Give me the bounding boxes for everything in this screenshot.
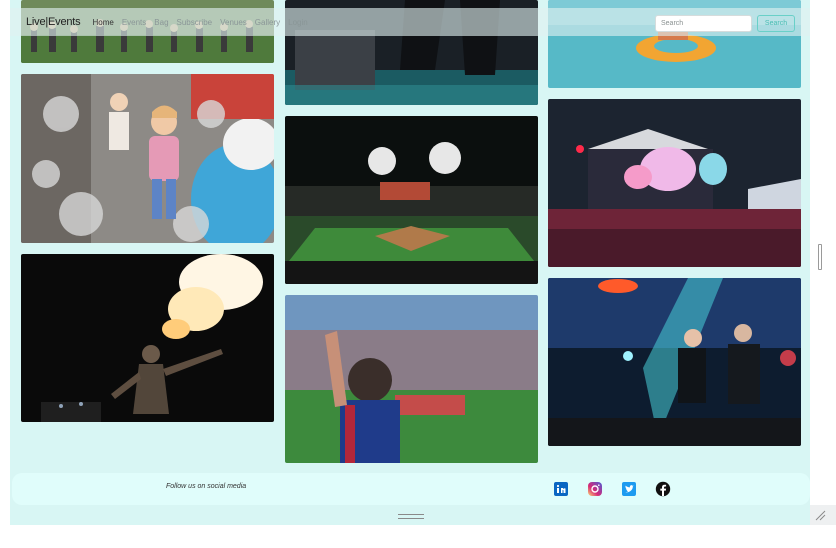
nav-home[interactable]: Home [92,18,113,27]
search-button[interactable]: Search [757,15,795,32]
site-footer: Follow us on social media [12,473,810,505]
nav-subscribe[interactable]: Subscribe [177,18,213,27]
rock-band-stage-photo[interactable] [548,278,801,446]
nav-venues[interactable]: Venues [220,18,247,27]
nav-events[interactable]: Events [122,18,146,27]
nav-login[interactable]: Login [288,18,308,27]
scrollbar-thumb[interactable] [818,244,822,270]
resize-grip-icon[interactable] [814,508,826,521]
facebook-icon[interactable] [655,481,671,497]
follow-text: Follow us on social media [166,483,247,490]
brand-logo[interactable]: Live|Events [26,16,81,28]
fire-breather-photo[interactable] [21,254,274,422]
baseball-stadium-night-photo[interactable] [285,116,538,284]
search-input[interactable]: Search [655,15,752,32]
instagram-icon[interactable] [587,481,603,497]
twitter-icon[interactable] [621,481,637,497]
top-navbar: Live|Events Home Events Bag Subscribe Ve… [10,8,810,36]
nav-gallery[interactable]: Gallery [255,18,280,27]
page-frame: Follow us on social media [10,0,810,525]
linkedin-icon[interactable] [553,481,569,497]
nav-links: Home Events Bag Subscribe Venues Gallery… [92,18,307,27]
festival-stage-crowd-photo[interactable] [548,99,801,267]
child-party-confetti-photo[interactable] [21,74,274,243]
soccer-stadium-fan-photo[interactable] [285,295,538,463]
drag-handle-icon[interactable] [398,514,424,519]
nav-bag[interactable]: Bag [154,18,168,27]
